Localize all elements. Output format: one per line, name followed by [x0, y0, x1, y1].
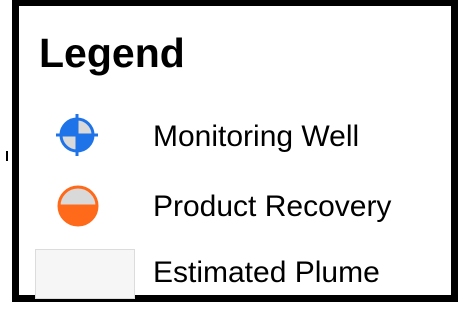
- legend-box: Legend Monitoring Well Product Recovery …: [12, 0, 458, 302]
- legend-title: Legend: [39, 30, 185, 76]
- margin: [0, 0, 12, 317]
- legend-item-product-recovery: Product Recovery: [19, 180, 451, 236]
- tick-mark: [6, 151, 8, 161]
- legend-item-label: Monitoring Well: [153, 120, 360, 153]
- legend-item-monitoring-well: Monitoring Well: [19, 110, 451, 166]
- plume-swatch: [35, 249, 135, 299]
- product-recovery-icon: [57, 185, 99, 227]
- legend-item-estimated-plume: Estimated Plume: [19, 244, 451, 300]
- legend-item-label: Estimated Plume: [153, 256, 380, 289]
- monitoring-well-icon: [56, 114, 98, 156]
- legend-item-label: Product Recovery: [153, 190, 392, 223]
